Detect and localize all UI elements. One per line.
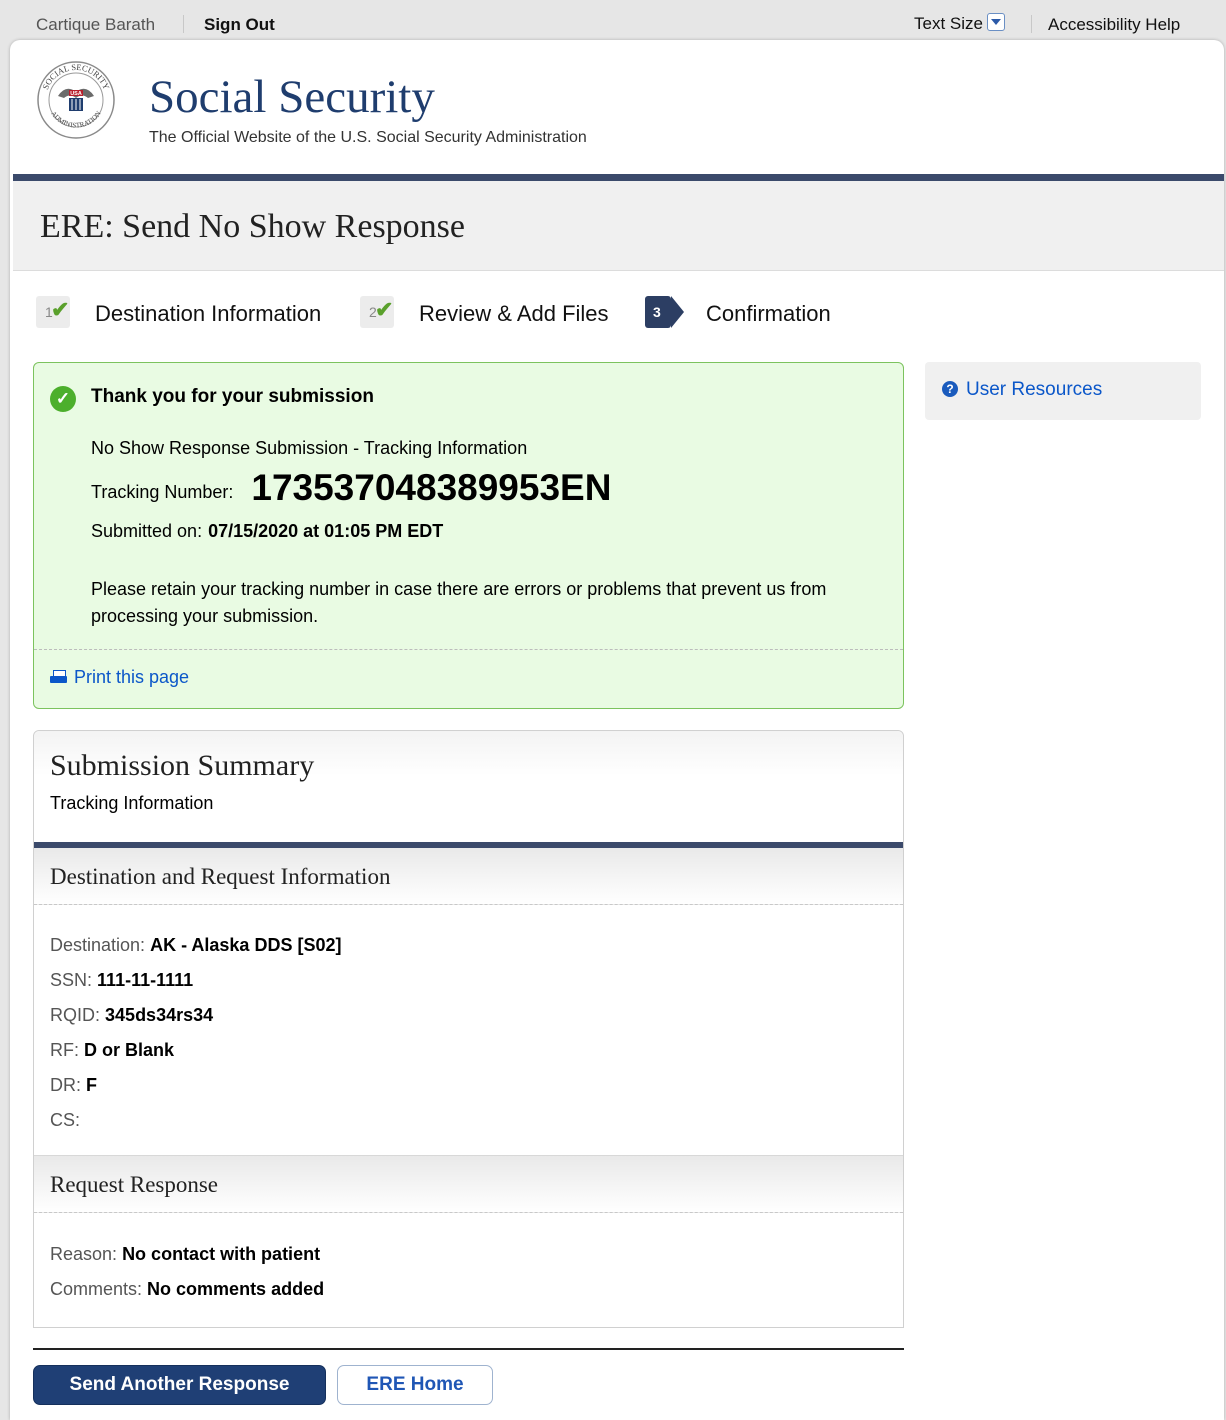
header-rule xyxy=(13,174,1224,181)
text-size-control[interactable]: Text Size xyxy=(914,13,1005,34)
divider xyxy=(33,1348,904,1350)
field-reason: Reason: No contact with patient xyxy=(50,1244,321,1264)
confirmation-title: Thank you for your submission xyxy=(91,386,374,407)
summary-header: Submission Summary Tracking Information xyxy=(34,731,903,842)
field-dr: DR: F xyxy=(50,1075,98,1095)
page-title: ERE: Send No Show Response xyxy=(40,208,465,245)
submission-summary: Submission Summary Tracking Information … xyxy=(33,730,904,1328)
divider xyxy=(34,649,903,650)
checkmark-icon: ✔ xyxy=(51,297,70,322)
user-resources-link[interactable]: User Resources xyxy=(966,379,1102,401)
checkmark-icon: ✔ xyxy=(375,297,394,322)
page-title-bar: ERE: Send No Show Response xyxy=(13,181,1224,271)
sign-out-link[interactable]: Sign Out xyxy=(204,15,275,35)
field-cs: CS: xyxy=(50,1110,81,1130)
step-badge-current: 3 xyxy=(645,296,684,328)
send-another-response-button[interactable]: Send Another Response xyxy=(33,1365,326,1405)
progress-steps: 1 ✔ Destination Information 2 ✔ Review & A… xyxy=(10,296,910,336)
text-size-label: Text Size xyxy=(914,14,983,33)
destination-section-header: Destination and Request Information xyxy=(34,848,903,905)
response-section-header: Request Response xyxy=(34,1156,903,1213)
accessibility-help-link[interactable]: Accessibility Help xyxy=(1048,15,1180,35)
submitted-on-label: Submitted on: xyxy=(91,521,203,541)
step-label: Review & Add Files xyxy=(419,301,609,326)
field-rqid: RQID: 345ds34rs34 xyxy=(50,1005,214,1025)
checkmark-circle-icon: ✓ xyxy=(50,386,76,412)
step-badge: 2 ✔ xyxy=(360,296,394,328)
question-circle-icon: ? xyxy=(942,381,958,397)
summary-subtitle: Tracking Information xyxy=(50,793,214,813)
site-tagline: The Official Website of the U.S. Social … xyxy=(149,129,587,146)
section-heading: Request Response xyxy=(50,1172,219,1197)
confirmation-note: Please retain your tracking number in ca… xyxy=(91,579,827,626)
divider xyxy=(1031,15,1032,33)
confirmation-subtitle: No Show Response Submission - Tracking I… xyxy=(91,438,528,458)
field-ssn: SSN: 111-11-1111 xyxy=(50,970,194,990)
step-badge: 1 ✔ xyxy=(36,296,70,328)
user-name: Cartique Barath xyxy=(36,15,156,34)
field-rf: RF: D or Blank xyxy=(50,1040,175,1060)
tracking-number-value: 173537048389953EN xyxy=(251,467,612,508)
tracking-number-row: Tracking Number: 173537048389953EN xyxy=(91,467,611,509)
section-heading: Destination and Request Information xyxy=(50,864,391,889)
page-frame: SOCIAL SECURITY ADMINISTRATION USA Socia… xyxy=(10,40,1224,1420)
user-resources-panel: ? User Resources xyxy=(925,362,1201,420)
field-comments: Comments: No comments added xyxy=(50,1279,325,1299)
print-page-label: Print this page xyxy=(74,667,190,687)
site-header: SOCIAL SECURITY ADMINISTRATION USA Socia… xyxy=(10,40,1224,174)
tracking-number-label: Tracking Number: xyxy=(91,482,234,502)
print-page-link[interactable]: Print this page xyxy=(50,667,189,688)
submitted-on-value: 07/15/2020 at 01:05 PM EDT xyxy=(208,521,444,541)
printer-icon xyxy=(50,670,68,685)
field-destination: Destination: AK - Alaska DDS [S02] xyxy=(50,935,342,955)
ssa-seal-logo[interactable]: SOCIAL SECURITY ADMINISTRATION USA xyxy=(36,60,116,140)
step-label: Confirmation xyxy=(706,301,831,326)
utility-bar: Cartique Barath Sign Out Text Size Acces… xyxy=(0,0,1226,44)
summary-title: Submission Summary xyxy=(50,749,315,782)
site-brand[interactable]: Social Security xyxy=(149,70,435,124)
submitted-on-row: Submitted on: 07/15/2020 at 01:05 PM EDT xyxy=(91,521,443,542)
step-label: Destination Information xyxy=(95,301,322,326)
chevron-down-icon[interactable] xyxy=(986,13,1005,31)
divider xyxy=(183,15,184,33)
svg-text:USA: USA xyxy=(70,91,82,97)
confirmation-panel: ✓ Thank you for your submission No Show … xyxy=(33,362,904,709)
ere-home-button[interactable]: ERE Home xyxy=(337,1365,493,1405)
